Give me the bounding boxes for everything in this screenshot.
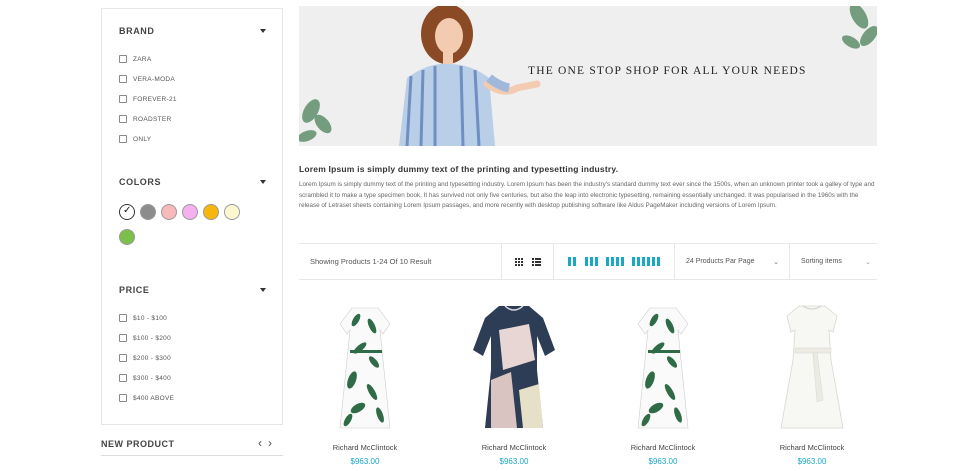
checkbox[interactable] bbox=[119, 314, 127, 322]
colors-filter-title[interactable]: COLORS bbox=[119, 177, 161, 187]
chevron-right-icon[interactable]: › bbox=[268, 436, 278, 450]
checkbox[interactable] bbox=[119, 334, 127, 342]
price-option-label: $10 - $100 bbox=[133, 314, 168, 322]
price-option[interactable]: $300 - $400 bbox=[119, 372, 171, 384]
divider bbox=[101, 455, 283, 456]
chevron-down-icon: ⌄ bbox=[865, 258, 871, 266]
price-option[interactable]: $100 - $200 bbox=[119, 332, 171, 344]
shop-page: BRAND ZARA VERA-MODA FOREVER-21 ROADSTER… bbox=[0, 0, 980, 471]
brand-option[interactable]: ZARA bbox=[119, 53, 152, 65]
product-image[interactable] bbox=[588, 300, 738, 435]
brand-option[interactable]: ONLY bbox=[119, 133, 151, 145]
price-option-label: $400 ABOVE bbox=[133, 394, 175, 402]
product-price: $963.00 bbox=[648, 457, 678, 466]
price-caret-icon[interactable] bbox=[260, 288, 266, 292]
color-swatch[interactable] bbox=[203, 204, 219, 220]
brand-option-label: ZARA bbox=[133, 55, 152, 63]
filter-sidebar: BRAND ZARA VERA-MODA FOREVER-21 ROADSTER… bbox=[101, 8, 283, 425]
list-view-icon[interactable] bbox=[531, 257, 541, 266]
columns-4-icon[interactable] bbox=[606, 257, 624, 266]
price-option[interactable]: $400 ABOVE bbox=[119, 392, 174, 404]
result-count: Showing Products 1-24 Of 10 Result bbox=[299, 244, 502, 279]
checkbox[interactable] bbox=[119, 75, 127, 83]
price-option-label: $100 - $200 bbox=[133, 334, 171, 342]
price-option[interactable]: $200 - $300 bbox=[119, 352, 171, 364]
model-figure bbox=[399, 6, 541, 146]
color-swatch[interactable] bbox=[224, 204, 240, 220]
product-image[interactable] bbox=[737, 300, 887, 435]
hero-banner: THE ONE STOP SHOP FOR ALL YOUR NEEDS bbox=[299, 6, 877, 146]
product-price: $963.00 bbox=[499, 457, 529, 466]
new-product-nav: ‹› bbox=[258, 436, 278, 450]
checkbox[interactable] bbox=[119, 115, 127, 123]
brand-filter-title[interactable]: BRAND bbox=[119, 26, 155, 36]
product-image[interactable] bbox=[290, 300, 440, 435]
checkbox[interactable] bbox=[119, 394, 127, 402]
product-card[interactable]: Richard McClintock $963.00 bbox=[588, 300, 738, 466]
price-filter-title[interactable]: PRICE bbox=[119, 285, 150, 295]
colors-caret-icon[interactable] bbox=[260, 180, 266, 184]
product-card[interactable]: Richard McClintock $963.00 bbox=[439, 300, 589, 466]
product-name[interactable]: Richard McClintock bbox=[588, 443, 738, 452]
color-swatch[interactable] bbox=[182, 204, 198, 220]
grid-view-icon[interactable] bbox=[514, 257, 523, 266]
checkmark-icon: ✓ bbox=[123, 205, 132, 216]
result-count-text: Showing Products 1-24 Of 10 Result bbox=[310, 257, 432, 266]
column-selector bbox=[554, 244, 675, 279]
brand-option-label: ROADSTER bbox=[133, 115, 172, 123]
brand-option-label: ONLY bbox=[133, 135, 152, 143]
checkbox[interactable] bbox=[119, 374, 127, 382]
banner-headline: THE ONE STOP SHOP FOR ALL YOUR NEEDS bbox=[528, 65, 807, 77]
product-price: $963.00 bbox=[350, 457, 380, 466]
color-swatch[interactable] bbox=[140, 204, 156, 220]
product-image[interactable] bbox=[439, 300, 589, 435]
price-option-label: $200 - $300 bbox=[133, 354, 171, 362]
chevron-left-icon[interactable]: ‹ bbox=[258, 436, 268, 450]
view-toggle bbox=[502, 244, 554, 279]
price-option[interactable]: $10 - $100 bbox=[119, 312, 167, 324]
checkbox[interactable] bbox=[119, 55, 127, 63]
leaf-decoration-icon bbox=[841, 6, 877, 49]
sort-value: Sorting items bbox=[801, 258, 842, 265]
brand-option[interactable]: ROADSTER bbox=[119, 113, 172, 125]
brand-caret-icon[interactable] bbox=[260, 29, 266, 33]
chevron-down-icon: ⌄ bbox=[773, 258, 779, 266]
price-option-label: $300 - $400 bbox=[133, 374, 171, 382]
product-name[interactable]: Richard McClintock bbox=[439, 443, 589, 452]
brand-option-label: FOREVER-21 bbox=[133, 95, 177, 103]
description-body: Lorem Ipsum is simply dummy text of the … bbox=[299, 181, 875, 210]
description-title: Lorem Ipsum is simply dummy text of the … bbox=[299, 164, 619, 174]
brand-option[interactable]: VERA-MODA bbox=[119, 73, 175, 85]
product-name[interactable]: Richard McClintock bbox=[737, 443, 887, 452]
new-product-title: NEW PRODUCT bbox=[101, 439, 175, 449]
color-swatch[interactable] bbox=[161, 204, 177, 220]
per-page-value: 24 Products Par Page bbox=[686, 258, 755, 265]
columns-6-icon[interactable] bbox=[632, 257, 660, 266]
leaf-decoration-icon bbox=[299, 99, 332, 142]
columns-3-icon[interactable] bbox=[585, 257, 598, 266]
product-price: $963.00 bbox=[797, 457, 827, 466]
per-page-select[interactable]: 24 Products Par Page ⌄ bbox=[675, 244, 790, 279]
product-toolbar: Showing Products 1-24 Of 10 Result 24 Pr… bbox=[299, 243, 877, 280]
checkbox[interactable] bbox=[119, 135, 127, 143]
product-name[interactable]: Richard McClintock bbox=[290, 443, 440, 452]
columns-2-icon[interactable] bbox=[568, 257, 577, 266]
product-card[interactable]: Richard McClintock $963.00 bbox=[737, 300, 887, 466]
product-card[interactable]: Richard McClintock $963.00 bbox=[290, 300, 440, 466]
color-swatch[interactable]: ✓ bbox=[119, 204, 135, 220]
color-swatch[interactable] bbox=[119, 229, 135, 245]
sort-select[interactable]: Sorting items ⌄ bbox=[790, 244, 877, 279]
brand-option[interactable]: FOREVER-21 bbox=[119, 93, 177, 105]
checkbox[interactable] bbox=[119, 95, 127, 103]
checkbox[interactable] bbox=[119, 354, 127, 362]
brand-option-label: VERA-MODA bbox=[133, 75, 176, 83]
